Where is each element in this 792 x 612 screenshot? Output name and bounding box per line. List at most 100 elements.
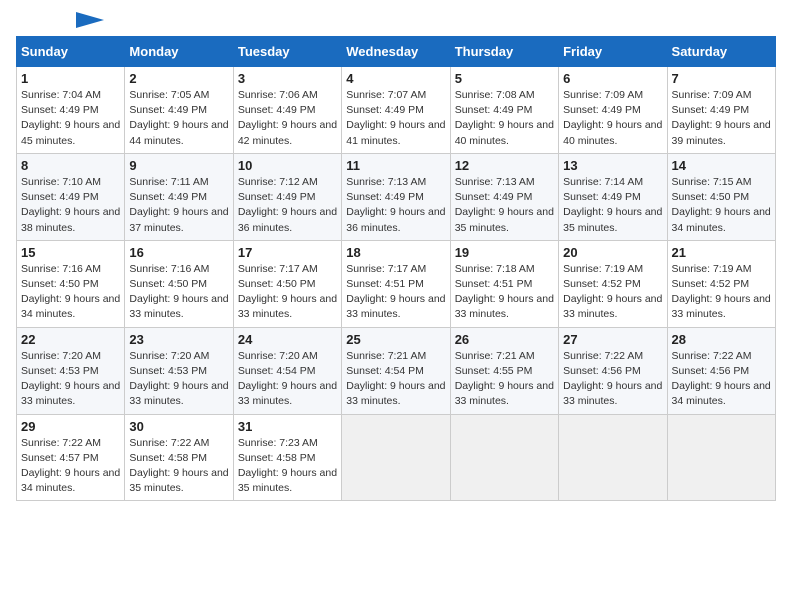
- weekday-header-sunday: Sunday: [17, 37, 125, 67]
- day-number: 18: [346, 245, 445, 260]
- day-detail: Sunrise: 7:18 AMSunset: 4:51 PMDaylight:…: [455, 262, 554, 323]
- day-number: 16: [129, 245, 228, 260]
- calendar-cell: [559, 414, 667, 501]
- day-detail: Sunrise: 7:10 AMSunset: 4:49 PMDaylight:…: [21, 175, 120, 236]
- calendar-cell: 13 Sunrise: 7:14 AMSunset: 4:49 PMDaylig…: [559, 153, 667, 240]
- calendar-cell: 8 Sunrise: 7:10 AMSunset: 4:49 PMDayligh…: [17, 153, 125, 240]
- calendar-cell: 1 Sunrise: 7:04 AMSunset: 4:49 PMDayligh…: [17, 67, 125, 154]
- day-detail: Sunrise: 7:20 AMSunset: 4:53 PMDaylight:…: [129, 349, 228, 410]
- day-number: 26: [455, 332, 554, 347]
- calendar-week-4: 22 Sunrise: 7:20 AMSunset: 4:53 PMDaylig…: [17, 327, 776, 414]
- calendar-cell: 2 Sunrise: 7:05 AMSunset: 4:49 PMDayligh…: [125, 67, 233, 154]
- calendar-cell: 23 Sunrise: 7:20 AMSunset: 4:53 PMDaylig…: [125, 327, 233, 414]
- day-detail: Sunrise: 7:09 AMSunset: 4:49 PMDaylight:…: [563, 88, 662, 149]
- day-number: 3: [238, 71, 337, 86]
- weekday-header-tuesday: Tuesday: [233, 37, 341, 67]
- calendar-cell: 19 Sunrise: 7:18 AMSunset: 4:51 PMDaylig…: [450, 240, 558, 327]
- calendar-week-3: 15 Sunrise: 7:16 AMSunset: 4:50 PMDaylig…: [17, 240, 776, 327]
- day-detail: Sunrise: 7:14 AMSunset: 4:49 PMDaylight:…: [563, 175, 662, 236]
- day-detail: Sunrise: 7:22 AMSunset: 4:58 PMDaylight:…: [129, 436, 228, 497]
- calendar-cell: 31 Sunrise: 7:23 AMSunset: 4:58 PMDaylig…: [233, 414, 341, 501]
- calendar-cell: 16 Sunrise: 7:16 AMSunset: 4:50 PMDaylig…: [125, 240, 233, 327]
- calendar-cell: [342, 414, 450, 501]
- day-number: 10: [238, 158, 337, 173]
- calendar-cell: 26 Sunrise: 7:21 AMSunset: 4:55 PMDaylig…: [450, 327, 558, 414]
- calendar-cell: 7 Sunrise: 7:09 AMSunset: 4:49 PMDayligh…: [667, 67, 775, 154]
- day-number: 27: [563, 332, 662, 347]
- calendar-cell: 4 Sunrise: 7:07 AMSunset: 4:49 PMDayligh…: [342, 67, 450, 154]
- logo: [16, 16, 104, 24]
- day-number: 15: [21, 245, 120, 260]
- day-detail: Sunrise: 7:21 AMSunset: 4:55 PMDaylight:…: [455, 349, 554, 410]
- day-number: 4: [346, 71, 445, 86]
- calendar-cell: [450, 414, 558, 501]
- day-number: 19: [455, 245, 554, 260]
- day-number: 23: [129, 332, 228, 347]
- day-detail: Sunrise: 7:04 AMSunset: 4:49 PMDaylight:…: [21, 88, 120, 149]
- day-number: 30: [129, 419, 228, 434]
- day-detail: Sunrise: 7:19 AMSunset: 4:52 PMDaylight:…: [672, 262, 771, 323]
- calendar-cell: 15 Sunrise: 7:16 AMSunset: 4:50 PMDaylig…: [17, 240, 125, 327]
- calendar-week-5: 29 Sunrise: 7:22 AMSunset: 4:57 PMDaylig…: [17, 414, 776, 501]
- weekday-header-friday: Friday: [559, 37, 667, 67]
- day-number: 6: [563, 71, 662, 86]
- calendar-cell: 14 Sunrise: 7:15 AMSunset: 4:50 PMDaylig…: [667, 153, 775, 240]
- calendar-cell: 25 Sunrise: 7:21 AMSunset: 4:54 PMDaylig…: [342, 327, 450, 414]
- logo-icon: [76, 12, 104, 28]
- calendar-week-1: 1 Sunrise: 7:04 AMSunset: 4:49 PMDayligh…: [17, 67, 776, 154]
- calendar-cell: 9 Sunrise: 7:11 AMSunset: 4:49 PMDayligh…: [125, 153, 233, 240]
- calendar-cell: 24 Sunrise: 7:20 AMSunset: 4:54 PMDaylig…: [233, 327, 341, 414]
- day-detail: Sunrise: 7:12 AMSunset: 4:49 PMDaylight:…: [238, 175, 337, 236]
- weekday-header-thursday: Thursday: [450, 37, 558, 67]
- day-number: 25: [346, 332, 445, 347]
- calendar-cell: 22 Sunrise: 7:20 AMSunset: 4:53 PMDaylig…: [17, 327, 125, 414]
- day-detail: Sunrise: 7:21 AMSunset: 4:54 PMDaylight:…: [346, 349, 445, 410]
- calendar-cell: 5 Sunrise: 7:08 AMSunset: 4:49 PMDayligh…: [450, 67, 558, 154]
- day-number: 31: [238, 419, 337, 434]
- day-detail: Sunrise: 7:19 AMSunset: 4:52 PMDaylight:…: [563, 262, 662, 323]
- calendar-cell: 30 Sunrise: 7:22 AMSunset: 4:58 PMDaylig…: [125, 414, 233, 501]
- day-number: 28: [672, 332, 771, 347]
- day-detail: Sunrise: 7:09 AMSunset: 4:49 PMDaylight:…: [672, 88, 771, 149]
- day-detail: Sunrise: 7:13 AMSunset: 4:49 PMDaylight:…: [455, 175, 554, 236]
- day-detail: Sunrise: 7:22 AMSunset: 4:57 PMDaylight:…: [21, 436, 120, 497]
- day-detail: Sunrise: 7:11 AMSunset: 4:49 PMDaylight:…: [129, 175, 228, 236]
- day-number: 20: [563, 245, 662, 260]
- calendar-cell: 12 Sunrise: 7:13 AMSunset: 4:49 PMDaylig…: [450, 153, 558, 240]
- day-detail: Sunrise: 7:07 AMSunset: 4:49 PMDaylight:…: [346, 88, 445, 149]
- calendar-week-2: 8 Sunrise: 7:10 AMSunset: 4:49 PMDayligh…: [17, 153, 776, 240]
- calendar-table: SundayMondayTuesdayWednesdayThursdayFrid…: [16, 36, 776, 501]
- day-number: 2: [129, 71, 228, 86]
- day-number: 9: [129, 158, 228, 173]
- calendar-cell: 21 Sunrise: 7:19 AMSunset: 4:52 PMDaylig…: [667, 240, 775, 327]
- calendar-cell: 27 Sunrise: 7:22 AMSunset: 4:56 PMDaylig…: [559, 327, 667, 414]
- day-number: 24: [238, 332, 337, 347]
- calendar-cell: 17 Sunrise: 7:17 AMSunset: 4:50 PMDaylig…: [233, 240, 341, 327]
- day-number: 13: [563, 158, 662, 173]
- day-detail: Sunrise: 7:17 AMSunset: 4:51 PMDaylight:…: [346, 262, 445, 323]
- day-detail: Sunrise: 7:08 AMSunset: 4:49 PMDaylight:…: [455, 88, 554, 149]
- day-number: 11: [346, 158, 445, 173]
- day-number: 12: [455, 158, 554, 173]
- calendar-cell: 3 Sunrise: 7:06 AMSunset: 4:49 PMDayligh…: [233, 67, 341, 154]
- calendar-cell: 11 Sunrise: 7:13 AMSunset: 4:49 PMDaylig…: [342, 153, 450, 240]
- calendar-cell: 6 Sunrise: 7:09 AMSunset: 4:49 PMDayligh…: [559, 67, 667, 154]
- calendar-cell: 28 Sunrise: 7:22 AMSunset: 4:56 PMDaylig…: [667, 327, 775, 414]
- day-detail: Sunrise: 7:06 AMSunset: 4:49 PMDaylight:…: [238, 88, 337, 149]
- day-number: 14: [672, 158, 771, 173]
- day-detail: Sunrise: 7:16 AMSunset: 4:50 PMDaylight:…: [21, 262, 120, 323]
- calendar-cell: 18 Sunrise: 7:17 AMSunset: 4:51 PMDaylig…: [342, 240, 450, 327]
- day-detail: Sunrise: 7:16 AMSunset: 4:50 PMDaylight:…: [129, 262, 228, 323]
- day-detail: Sunrise: 7:15 AMSunset: 4:50 PMDaylight:…: [672, 175, 771, 236]
- day-number: 17: [238, 245, 337, 260]
- day-number: 1: [21, 71, 120, 86]
- day-number: 22: [21, 332, 120, 347]
- day-detail: Sunrise: 7:05 AMSunset: 4:49 PMDaylight:…: [129, 88, 228, 149]
- weekday-header-saturday: Saturday: [667, 37, 775, 67]
- calendar-cell: 10 Sunrise: 7:12 AMSunset: 4:49 PMDaylig…: [233, 153, 341, 240]
- page-header: [16, 16, 776, 24]
- day-number: 8: [21, 158, 120, 173]
- day-detail: Sunrise: 7:17 AMSunset: 4:50 PMDaylight:…: [238, 262, 337, 323]
- day-detail: Sunrise: 7:13 AMSunset: 4:49 PMDaylight:…: [346, 175, 445, 236]
- day-number: 7: [672, 71, 771, 86]
